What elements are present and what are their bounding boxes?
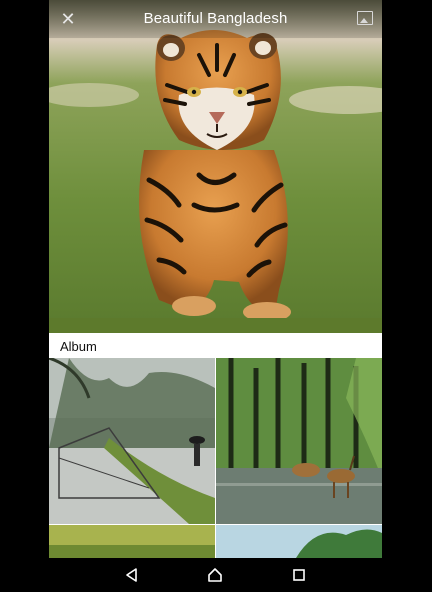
album-photo-deer-mangrove[interactable] xyxy=(216,358,382,524)
recents-square-icon[interactable] xyxy=(291,567,307,583)
back-triangle-icon[interactable] xyxy=(124,567,140,583)
album-photo-green-field[interactable] xyxy=(49,525,215,558)
album-label: Album xyxy=(60,339,97,354)
system-navigation-bar xyxy=(0,558,432,592)
image-gallery-icon[interactable] xyxy=(357,11,373,25)
home-icon[interactable] xyxy=(207,567,223,583)
album-photo-fisherman[interactable] xyxy=(49,358,215,524)
album-photo-sky-trees[interactable] xyxy=(216,525,382,558)
top-app-bar: ✕ Beautiful Bangladesh xyxy=(49,0,382,38)
app-screen: ✕ Beautiful Bangladesh Album xyxy=(49,0,382,558)
hero-image-tiger[interactable] xyxy=(49,0,382,333)
album-section-header: Album xyxy=(49,333,382,358)
page-title: Beautiful Bangladesh xyxy=(143,10,288,27)
